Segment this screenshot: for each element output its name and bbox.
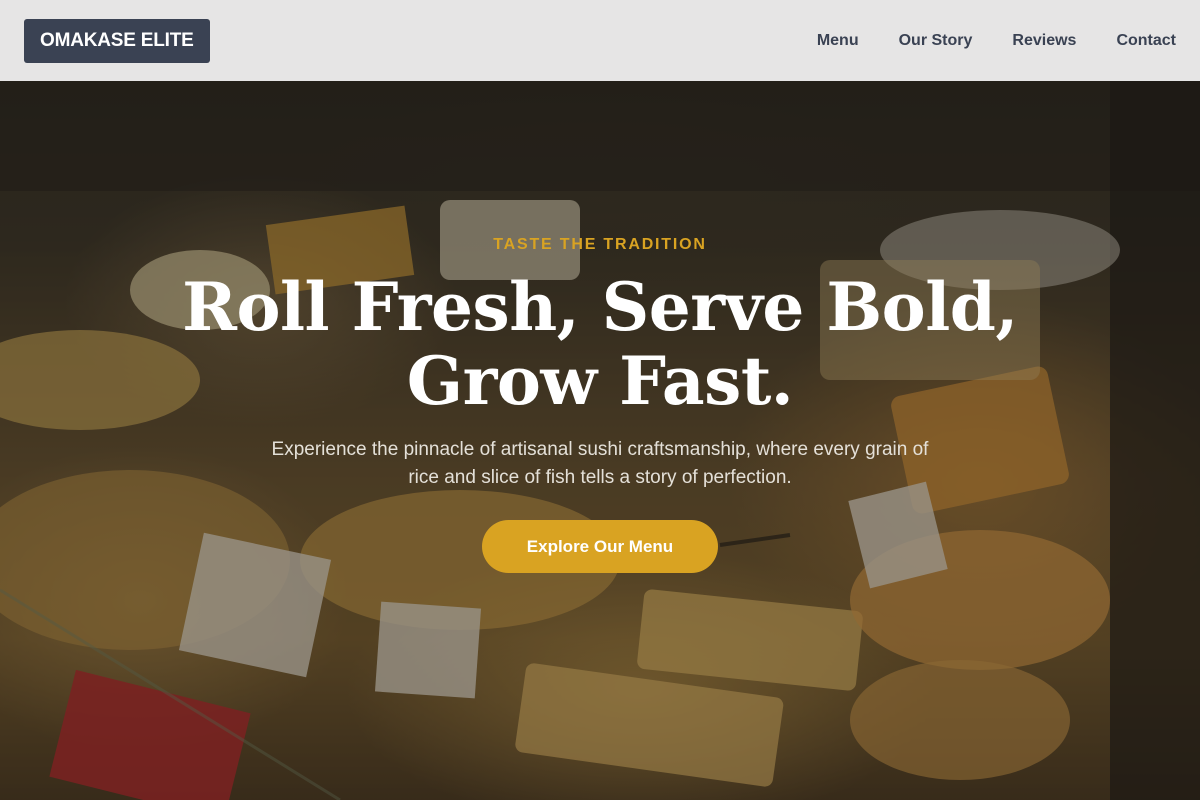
site-header: OMAKASE ELITE Menu Our Story Reviews Con… <box>0 0 1200 81</box>
nav-link-our-story[interactable]: Our Story <box>899 32 973 50</box>
hero-eyebrow: TASTE THE TRADITION <box>493 236 707 253</box>
hero-section: TASTE THE TRADITION Roll Fresh, Serve Bo… <box>0 81 1200 800</box>
hero-subtext: Experience the pinnacle of artisanal sus… <box>271 439 929 488</box>
explore-menu-button[interactable]: Explore Our Menu <box>482 520 718 573</box>
nav-link-reviews[interactable]: Reviews <box>1012 32 1076 50</box>
hero-headline-line-1: Roll Fresh, Serve Bold, <box>182 268 1018 346</box>
brand-logo[interactable]: OMAKASE ELITE <box>24 18 210 63</box>
nav-link-menu[interactable]: Menu <box>817 32 859 50</box>
landing-page: OMAKASE ELITE Menu Our Story Reviews Con… <box>0 0 1200 800</box>
hero-headline: Roll Fresh, Serve Bold, Grow Fast. <box>150 270 1050 418</box>
main-nav: Menu Our Story Reviews Contact <box>817 32 1176 50</box>
hero-headline-line-2: Grow Fast. <box>406 342 794 420</box>
nav-link-contact[interactable]: Contact <box>1116 32 1176 50</box>
